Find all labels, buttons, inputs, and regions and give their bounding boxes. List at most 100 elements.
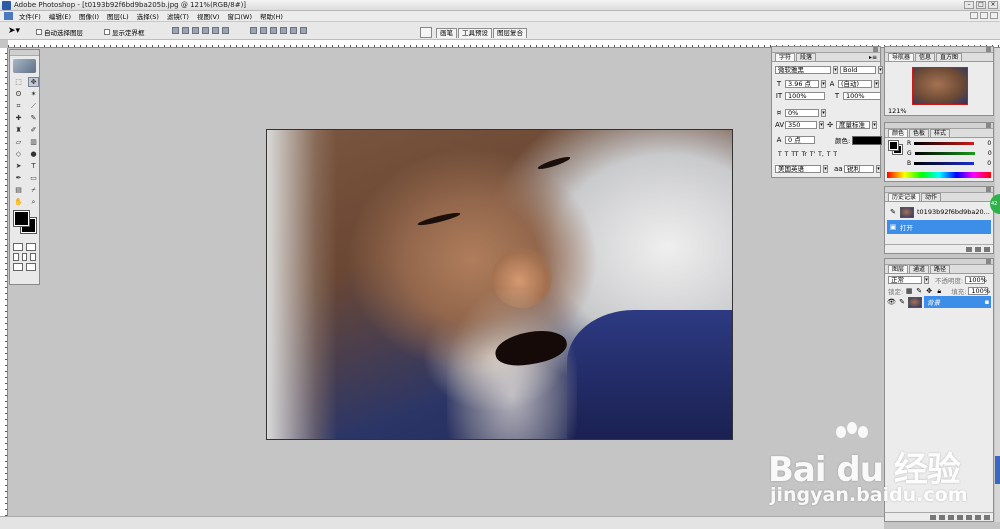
- menu-window[interactable]: 窗口(W): [227, 11, 252, 21]
- close-icon[interactable]: [986, 259, 991, 264]
- font-family-select[interactable]: 微软雅黑: [775, 66, 831, 74]
- well-tab-layer-comps[interactable]: 图层复合: [493, 28, 527, 38]
- layer-name[interactable]: 背景: [924, 296, 991, 308]
- history-snapshot[interactable]: ✎ t0193b92f6bd9ba20...: [887, 205, 991, 219]
- all-caps-button[interactable]: TT: [791, 151, 798, 158]
- full-screen-menu-icon[interactable]: [21, 253, 28, 261]
- chevron-down-icon[interactable]: ▾: [823, 165, 828, 173]
- subscript-button[interactable]: T,: [818, 151, 824, 158]
- distribute-top-icon[interactable]: [250, 27, 257, 34]
- zoom-tool-icon[interactable]: ⌕: [28, 197, 39, 207]
- tab-character[interactable]: 字符: [775, 53, 796, 61]
- lock-transparency-icon[interactable]: ▦: [905, 287, 913, 295]
- distribute-hcenter-icon[interactable]: [290, 27, 297, 34]
- doc-restore-button[interactable]: [980, 12, 988, 19]
- tab-paths[interactable]: 路径: [930, 265, 951, 273]
- close-icon[interactable]: [986, 47, 991, 52]
- shape-tool-icon[interactable]: ▭: [28, 173, 39, 183]
- close-button[interactable]: ×: [988, 1, 998, 9]
- foreground-color-swatch[interactable]: [888, 140, 899, 151]
- foreground-color-swatch[interactable]: [13, 210, 30, 227]
- navigator-thumbnail[interactable]: [912, 67, 968, 105]
- menu-image[interactable]: 图像(I): [79, 11, 99, 21]
- jump-icon[interactable]: [26, 263, 36, 271]
- doc-minimize-button[interactable]: [970, 12, 978, 19]
- menu-view[interactable]: 视图(V): [197, 11, 220, 21]
- new-document-icon[interactable]: [966, 246, 972, 252]
- kerning-select[interactable]: 度量标准: [836, 121, 870, 129]
- small-caps-button[interactable]: Tr: [802, 151, 807, 158]
- distribute-right-icon[interactable]: [300, 27, 307, 34]
- red-value[interactable]: 0: [977, 140, 991, 147]
- faux-italic-button[interactable]: T: [785, 151, 789, 158]
- menu-edit[interactable]: 编辑(E): [49, 11, 71, 21]
- photoshop-feather-icon[interactable]: [13, 59, 36, 73]
- distribute-vcenter-icon[interactable]: [260, 27, 267, 34]
- chevron-down-icon[interactable]: ▾: [833, 66, 838, 74]
- eyedropper-tool-icon[interactable]: ⌿: [28, 185, 39, 195]
- menu-filter[interactable]: 滤镜(T): [167, 11, 189, 21]
- chevron-down-icon[interactable]: ▾: [874, 80, 879, 88]
- blue-slider[interactable]: [914, 162, 975, 165]
- show-bounds-checkbox-box[interactable]: [104, 29, 110, 35]
- color-spectrum-bar[interactable]: [887, 172, 991, 178]
- font-size-input[interactable]: 3.96 点: [785, 80, 819, 88]
- standard-screen-icon[interactable]: [13, 253, 19, 261]
- tab-swatches[interactable]: 色板: [909, 129, 930, 137]
- faux-bold-button[interactable]: T: [778, 151, 782, 158]
- brush-tool-icon[interactable]: ✎: [28, 113, 39, 123]
- toolbox-header[interactable]: [10, 50, 39, 56]
- lasso-tool-icon[interactable]: ʘ: [13, 89, 24, 99]
- chevron-down-icon[interactable]: ▾: [878, 66, 883, 74]
- history-step-open[interactable]: ▣ 打开: [887, 220, 991, 234]
- type-tool-icon[interactable]: T: [28, 161, 39, 171]
- notes-tool-icon[interactable]: ▤: [13, 185, 24, 195]
- crop-tool-icon[interactable]: ⌗: [13, 101, 24, 111]
- well-tab-brushes[interactable]: 画笔: [436, 28, 457, 38]
- blur-tool-icon[interactable]: ◇: [13, 149, 24, 159]
- well-tab-tool-presets[interactable]: 工具预设: [458, 28, 492, 38]
- lock-paint-icon[interactable]: ✎: [915, 287, 923, 295]
- layer-style-icon[interactable]: [939, 514, 945, 520]
- red-slider[interactable]: [914, 142, 975, 145]
- close-icon[interactable]: [986, 187, 991, 192]
- blue-value[interactable]: 0: [977, 160, 991, 167]
- doc-close-button[interactable]: [990, 12, 998, 19]
- auto-select-checkbox-box[interactable]: [36, 29, 42, 35]
- tracking-input[interactable]: 350: [785, 121, 817, 129]
- tab-info[interactable]: 信息: [915, 53, 936, 61]
- menu-help[interactable]: 帮助(H): [260, 11, 283, 21]
- document-canvas[interactable]: [266, 129, 733, 440]
- chevron-down-icon[interactable]: ▾: [821, 80, 826, 88]
- align-top-icon[interactable]: [172, 27, 179, 34]
- green-slider[interactable]: [914, 152, 975, 155]
- font-style-select[interactable]: Bold: [840, 66, 876, 74]
- marquee-tool-icon[interactable]: ⬚: [13, 77, 24, 87]
- path-selection-tool-icon[interactable]: ➤: [13, 161, 24, 171]
- history-brush-tool-icon[interactable]: ✐: [28, 125, 39, 135]
- opacity-input[interactable]: 100%: [965, 276, 987, 284]
- history-brush-source-icon[interactable]: ✎: [889, 208, 897, 216]
- tab-styles[interactable]: 样式: [930, 129, 951, 137]
- minimize-button[interactable]: –: [964, 1, 974, 9]
- tab-paragraph[interactable]: 段落: [796, 53, 817, 61]
- distribute-left-icon[interactable]: [280, 27, 287, 34]
- close-icon[interactable]: [873, 47, 878, 52]
- move-tool-icon[interactable]: ➤▾: [8, 26, 20, 36]
- chevron-down-icon[interactable]: ▾: [821, 109, 826, 117]
- imageready-icon[interactable]: [13, 263, 23, 271]
- layer-mask-icon[interactable]: [948, 514, 954, 520]
- leading-input[interactable]: (自动): [838, 80, 872, 88]
- tab-color[interactable]: 颜色: [888, 129, 909, 137]
- eraser-tool-icon[interactable]: ▱: [13, 137, 24, 147]
- lock-position-icon[interactable]: ✥: [925, 287, 933, 295]
- align-hcenter-icon[interactable]: [212, 27, 219, 34]
- pen-tool-icon[interactable]: ✒: [13, 173, 24, 183]
- new-group-icon[interactable]: [966, 514, 972, 520]
- trash-icon[interactable]: [984, 246, 990, 252]
- strikethrough-button[interactable]: T: [833, 151, 837, 158]
- horizontal-scale-input[interactable]: 100%: [843, 92, 881, 100]
- tracking-ratio-input[interactable]: 0%: [785, 109, 819, 117]
- vertical-scale-input[interactable]: 100%: [785, 92, 825, 100]
- menu-select[interactable]: 选择(S): [137, 11, 159, 21]
